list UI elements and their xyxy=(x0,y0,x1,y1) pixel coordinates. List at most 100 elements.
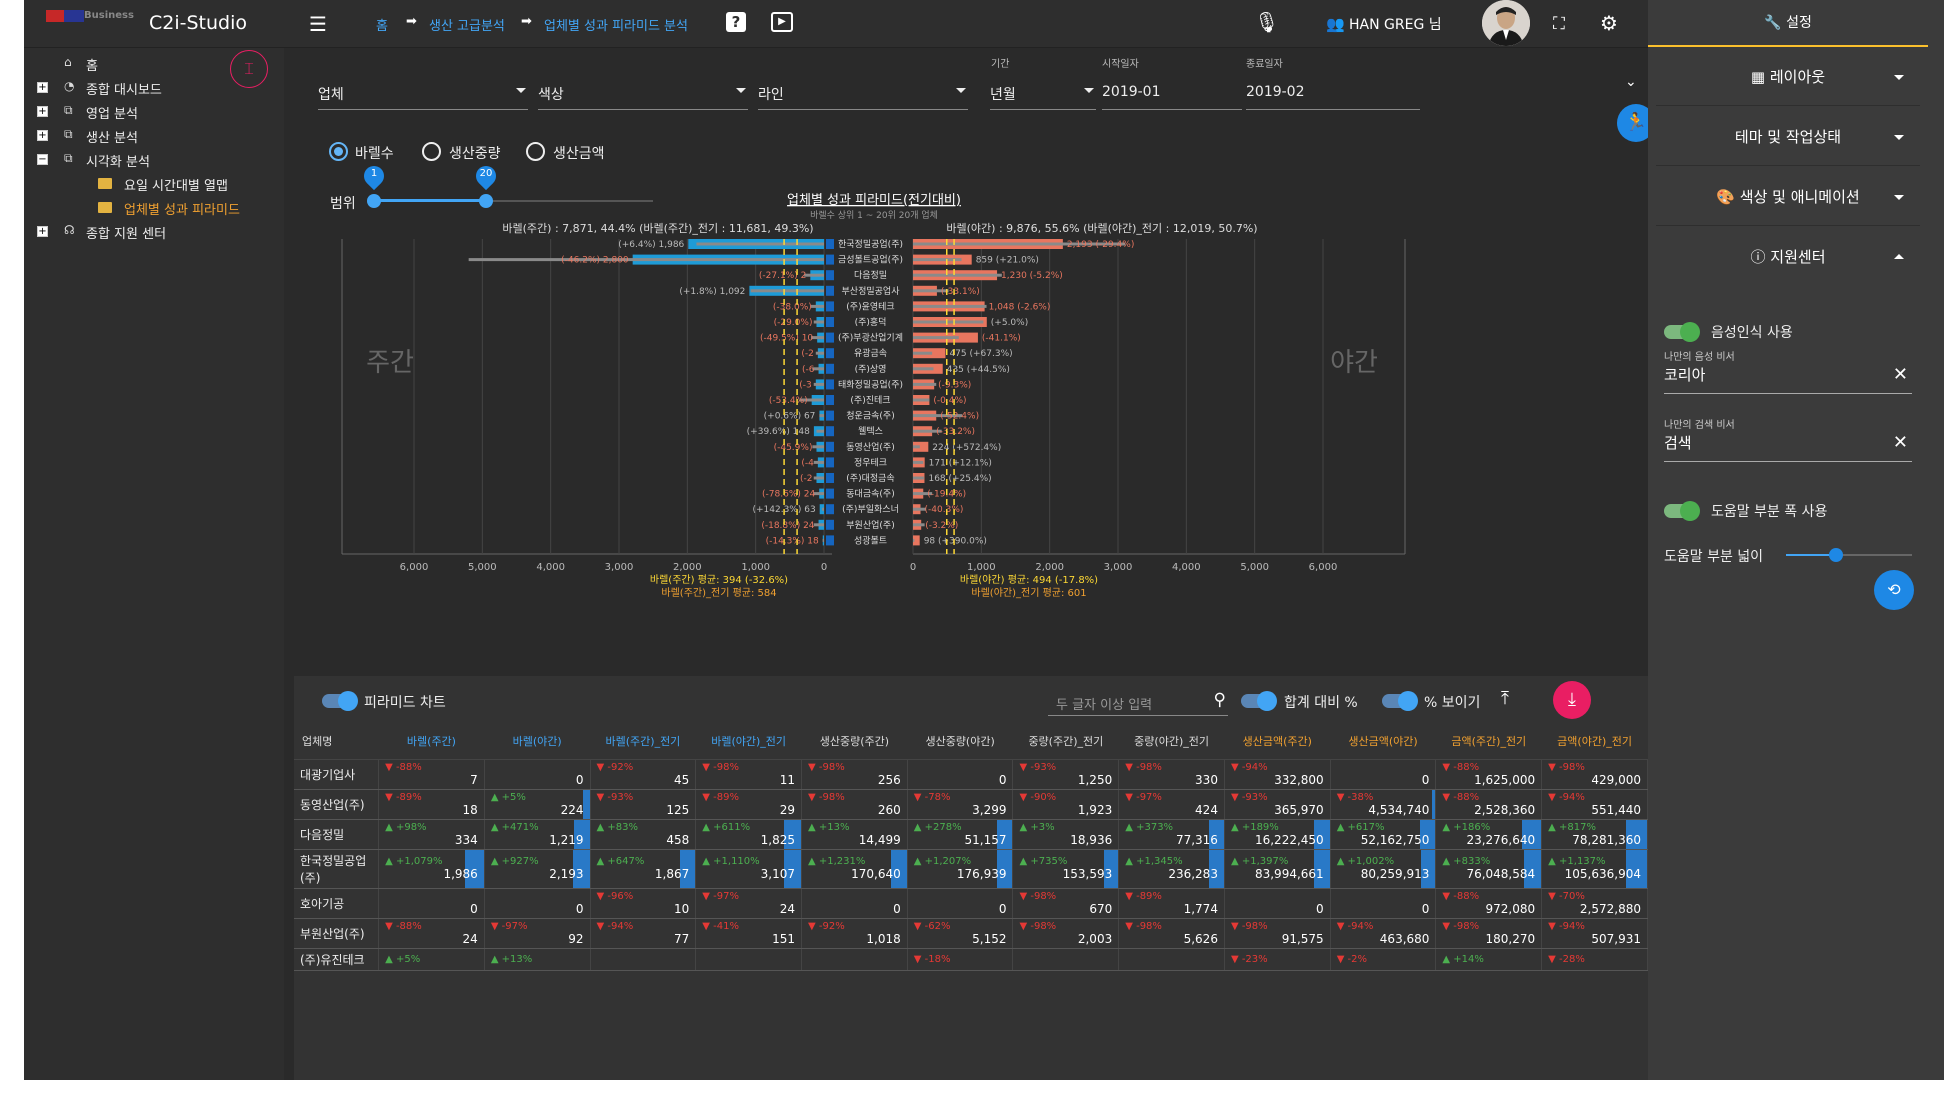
avatar[interactable] xyxy=(1482,0,1530,46)
trend-down-icon: ▼ -18% xyxy=(913,953,951,965)
table-row[interactable]: 부원산업(주) ▼ -88% 24 ▼ -97% 92 ▼ -94% 77 ▼ -41% 151… xyxy=(294,918,1648,949)
clear-icon[interactable]: ✕ xyxy=(1893,432,1908,453)
trend-down-icon: ▼ -89% xyxy=(702,791,739,803)
cell-value: 52,162,750 xyxy=(1360,832,1430,847)
sidebar-item-1[interactable]: 종합 대시보드 xyxy=(86,79,162,98)
sidebar-item-5[interactable]: 요일 시간대별 열맵 xyxy=(124,175,228,194)
expand-filters-icon[interactable]: ⌄ xyxy=(1625,72,1637,92)
search-assistant-value: 검색 xyxy=(1664,434,1692,452)
gear-icon[interactable]: ⚙ xyxy=(1600,13,1618,33)
chevron-down-icon xyxy=(956,88,966,93)
voice-assistant-label: 나만의 음성 비서 xyxy=(1664,352,1735,363)
voice-toggle[interactable] xyxy=(1664,322,1700,342)
table-row[interactable]: 다음정밀 ▲ +98% 334 ▲ +471% 1,219 ▲ +83% 458 ▲ +611… xyxy=(294,819,1648,850)
column-header[interactable]: 중량(주간)_전기 xyxy=(1012,724,1119,760)
column-header[interactable]: 바렐(주간) xyxy=(378,724,485,760)
column-header[interactable]: 생산중량(주간) xyxy=(801,724,908,760)
table-row[interactable]: 한국정밀공업(주) ▲ +1,079% 1,986 ▲ +927% 2,193 ▲ +64… xyxy=(294,849,1648,889)
collapse-all-button[interactable]: ⌶ xyxy=(230,50,268,88)
right-data-label: 859 (+21.0%) xyxy=(976,256,1039,266)
expand-toggle-icon[interactable]: + xyxy=(37,130,48,141)
column-header[interactable]: 업체명 xyxy=(294,724,379,760)
expand-toggle-icon[interactable]: + xyxy=(37,82,48,93)
pyramid-chart-svg: 업체별 성과 피라미드(전기대비)바렐수 상위 1 ~ 20위 20개 업체바렐… xyxy=(341,193,1406,599)
column-header[interactable]: 금액(야간)_전기 xyxy=(1541,724,1648,760)
clear-icon[interactable]: ✕ xyxy=(1893,364,1908,385)
sidebar-item-4[interactable]: 시각화 분석 xyxy=(86,151,150,170)
search-assistant-input[interactable]: 검색 ✕ xyxy=(1664,432,1912,462)
section-layout[interactable]: ▦ 레이아웃 xyxy=(1656,48,1920,106)
breadcrumb-home[interactable]: 홈 xyxy=(376,15,388,34)
sidebar-item-6[interactable]: 업체별 성과 피라미드 xyxy=(124,199,240,218)
right-data-label: 2,193 (-29.4%) xyxy=(1067,240,1135,250)
radio-weight[interactable] xyxy=(422,142,441,161)
column-header[interactable]: 금액(주간)_전기 xyxy=(1435,724,1542,760)
restore-button[interactable]: ⟲ xyxy=(1874,570,1914,610)
video-icon[interactable]: ▶ xyxy=(771,12,793,32)
category-label: 웰텍스 xyxy=(858,426,883,437)
end-date-input[interactable]: 2019-02 xyxy=(1246,78,1420,110)
column-header[interactable]: 바렐(야간) xyxy=(484,724,591,760)
line-select[interactable]: 라인 xyxy=(758,78,968,110)
avg-left-prev-label: 바렐(주간)_전기 평균: 584 xyxy=(661,586,776,599)
total-pct-toggle[interactable] xyxy=(1241,691,1277,711)
section-support[interactable]: ⓘ 지원센터 xyxy=(1656,228,1920,286)
cell-value: 2,528,360 xyxy=(1474,802,1536,817)
cell-value: 1,923 xyxy=(1077,802,1113,817)
fullscreen-icon[interactable]: ⛶ xyxy=(1553,14,1565,34)
category-label: 유광금속 xyxy=(854,347,887,359)
voice-assistant-input[interactable]: 코리아 ✕ xyxy=(1664,364,1912,394)
help-width-toggle[interactable] xyxy=(1664,501,1700,521)
user-name[interactable]: HAN GREG 님 xyxy=(1349,14,1442,34)
column-header[interactable]: 생산금액(주간) xyxy=(1224,724,1331,760)
cell-value: 83,994,661 xyxy=(1254,867,1324,881)
column-header[interactable]: 바렐(야간)_전기 xyxy=(695,724,802,760)
search-input[interactable]: 두 글자 이상 입력 ⚲ xyxy=(1048,688,1228,716)
expand-toggle-icon[interactable]: − xyxy=(37,154,48,165)
scroll-top-icon[interactable]: ⤒ xyxy=(1501,688,1509,709)
search-icon[interactable]: ⚲ xyxy=(1214,690,1226,710)
color-select[interactable]: 색상 xyxy=(538,78,748,110)
mic-off-icon[interactable]: 🎙 xyxy=(1254,12,1279,32)
breadcrumb-production[interactable]: 생산 고급분석 xyxy=(429,15,505,34)
table-row[interactable]: 호아기공 0 0 ▼ -96% 10 ▼ -97% 24 0 0 ▼ -98% 670 ▼ -… xyxy=(294,888,1648,919)
menu-icon[interactable]: ☰ xyxy=(309,14,327,34)
column-header[interactable]: 바렐(주간)_전기 xyxy=(590,724,696,760)
left-tick-label: 2,000 xyxy=(673,562,702,573)
company-select[interactable]: 업체 xyxy=(318,78,528,110)
left-marker xyxy=(826,285,834,296)
trend-up-icon: ▲ +471% xyxy=(490,821,539,833)
sidebar-item-3[interactable]: 생산 분석 xyxy=(86,127,138,146)
period-select[interactable]: 년월 xyxy=(990,78,1096,110)
expand-toggle-icon[interactable]: + xyxy=(37,226,48,237)
trend-up-icon: ▲ +5% xyxy=(385,953,421,965)
cell-value: 180,270 xyxy=(1485,931,1536,946)
table-row[interactable]: 대광기업사 ▼ -88% 7 0 ▼ -92% 45 ▼ -98% 11 ▼ -98% 256 … xyxy=(294,759,1648,790)
sidebar-item-2[interactable]: 영업 분석 xyxy=(86,103,138,122)
section-color[interactable]: 🎨 색상 및 애니메이션 xyxy=(1656,168,1920,226)
breadcrumb-current[interactable]: 업체별 성과 피라미드 분석 xyxy=(544,15,688,34)
start-date-input[interactable]: 2019-01 xyxy=(1102,78,1242,110)
help-width-slider[interactable] xyxy=(1786,548,1912,562)
column-header[interactable]: 생산중량(야간) xyxy=(907,724,1013,760)
expand-toggle-icon[interactable]: + xyxy=(37,106,48,117)
table-row[interactable]: 동영산업(주) ▼ -89% 18 ▲ +5% 224 ▼ -93% 125 ▼ -89% 29… xyxy=(294,789,1648,820)
company-name-cell: 대광기업사 xyxy=(294,759,380,790)
column-header[interactable]: 생산금액(야간) xyxy=(1330,724,1436,760)
sidebar-item-0[interactable]: 홈 xyxy=(86,55,98,74)
help-icon[interactable]: ? xyxy=(726,12,746,32)
trend-down-icon: ▼ -88% xyxy=(1442,761,1480,773)
trend-down-icon: ▼ -94% xyxy=(1336,920,1374,932)
radio-barrel[interactable] xyxy=(329,142,348,161)
show-pct-toggle[interactable] xyxy=(1382,691,1418,711)
download-button[interactable]: ⤓ xyxy=(1553,681,1591,719)
radio-amount[interactable] xyxy=(526,142,545,161)
section-theme[interactable]: 테마 및 작업상태 xyxy=(1656,108,1920,166)
table-row[interactable]: (주)유진테크 ▲ +5% ▲ +13% ▼ -18% ▼ -23% ▼ -2% ▲ +… xyxy=(294,948,1648,971)
pyramid-chart-toggle[interactable] xyxy=(322,691,358,711)
table-cell: ▲ +13% 14,499 xyxy=(801,819,908,850)
sidebar-item-7[interactable]: 종합 지원 센터 xyxy=(86,223,166,242)
column-header[interactable]: 중량(야간)_전기 xyxy=(1118,724,1225,760)
help-width-handle[interactable] xyxy=(1829,548,1844,562)
left-data-label: (-14.3%) 18 xyxy=(766,536,819,546)
